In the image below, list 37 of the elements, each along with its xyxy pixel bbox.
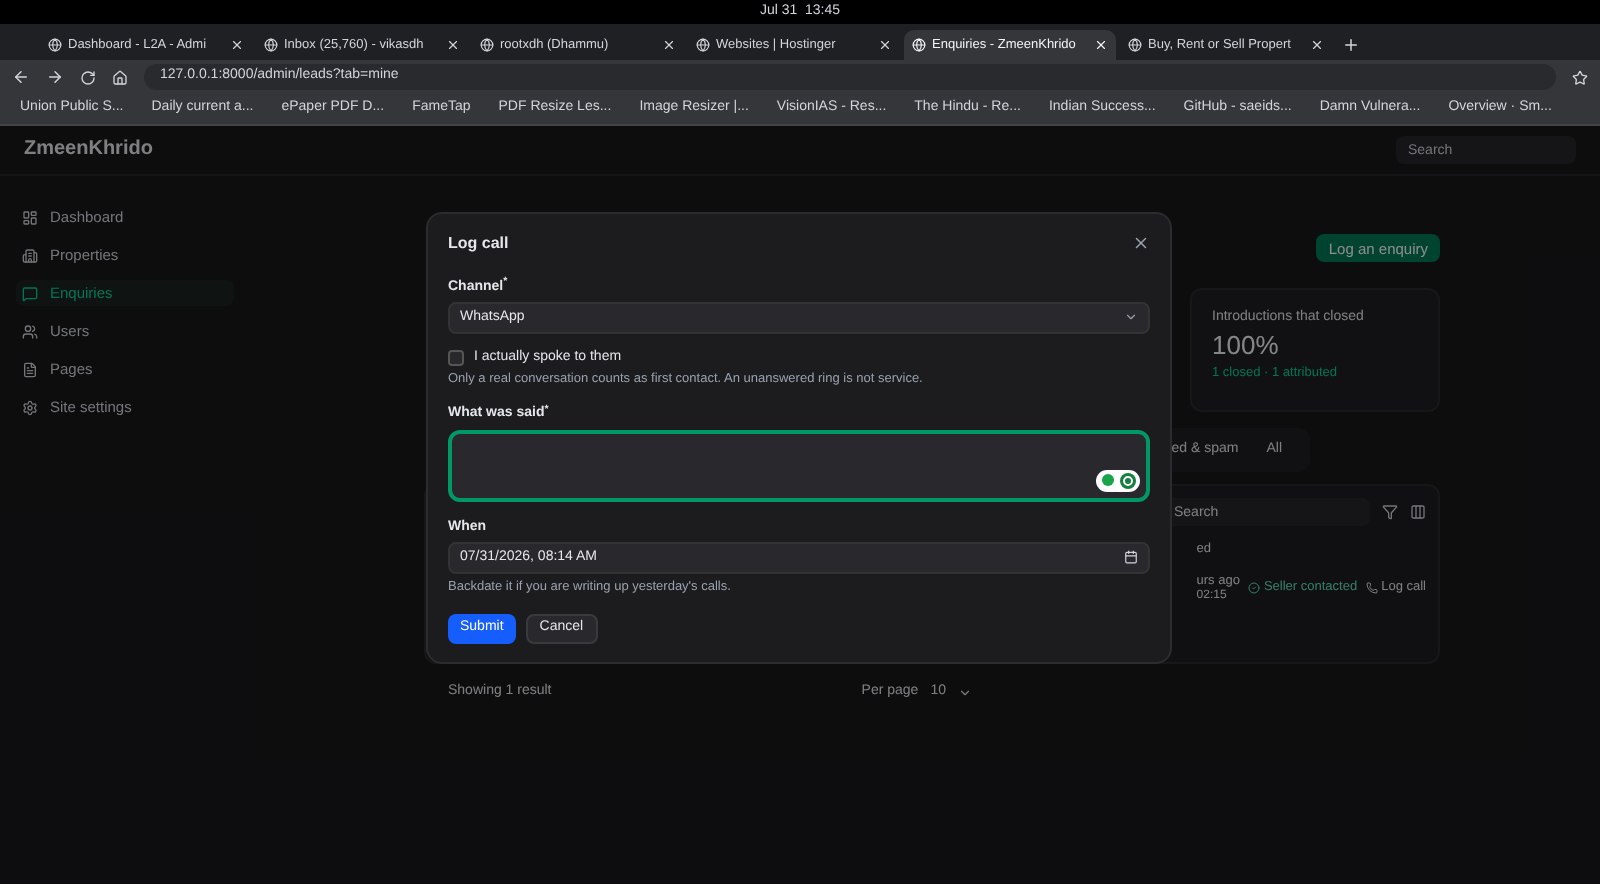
site-icon <box>1128 38 1142 52</box>
close-icon[interactable] <box>662 38 676 52</box>
sidebar-icon <box>22 361 38 377</box>
chevron-down-icon <box>1124 310 1138 325</box>
back-icon[interactable] <box>12 68 30 86</box>
sidebar-icon <box>22 209 38 225</box>
writing-assistant-icon <box>1096 469 1140 492</box>
site-icon <box>696 38 710 52</box>
check-circle-icon <box>1247 582 1260 595</box>
phone-icon <box>1365 582 1378 595</box>
sidebar-icon <box>22 323 38 339</box>
checkbox[interactable] <box>448 350 464 367</box>
dialog-title: Log call <box>448 234 509 254</box>
site-icon <box>264 38 278 52</box>
stat-value: 100% <box>1212 330 1281 362</box>
close-icon[interactable] <box>230 38 244 52</box>
brand-name: ZmeenKhrido <box>24 138 153 162</box>
site-icon <box>48 38 62 52</box>
close-icon[interactable] <box>1310 38 1324 52</box>
sidebar-icon <box>22 247 38 263</box>
reload-icon[interactable] <box>80 69 96 85</box>
close-icon[interactable] <box>1132 234 1150 253</box>
calendar-icon[interactable] <box>1124 550 1138 565</box>
close-icon[interactable] <box>878 38 892 52</box>
forward-icon[interactable] <box>46 68 64 86</box>
new-tab-icon[interactable] <box>1342 36 1360 54</box>
home-icon[interactable] <box>112 69 128 85</box>
sidebar-icon <box>22 399 38 415</box>
sidebar-icon <box>22 285 38 301</box>
columns-icon[interactable] <box>1410 504 1426 520</box>
star-icon[interactable] <box>1572 69 1588 85</box>
site-icon <box>480 38 494 52</box>
notes-textarea[interactable] <box>448 429 1150 502</box>
site-icon <box>912 38 926 52</box>
close-icon[interactable] <box>446 38 460 52</box>
chevron-down-icon <box>958 686 972 700</box>
filter-icon[interactable] <box>1382 504 1398 520</box>
